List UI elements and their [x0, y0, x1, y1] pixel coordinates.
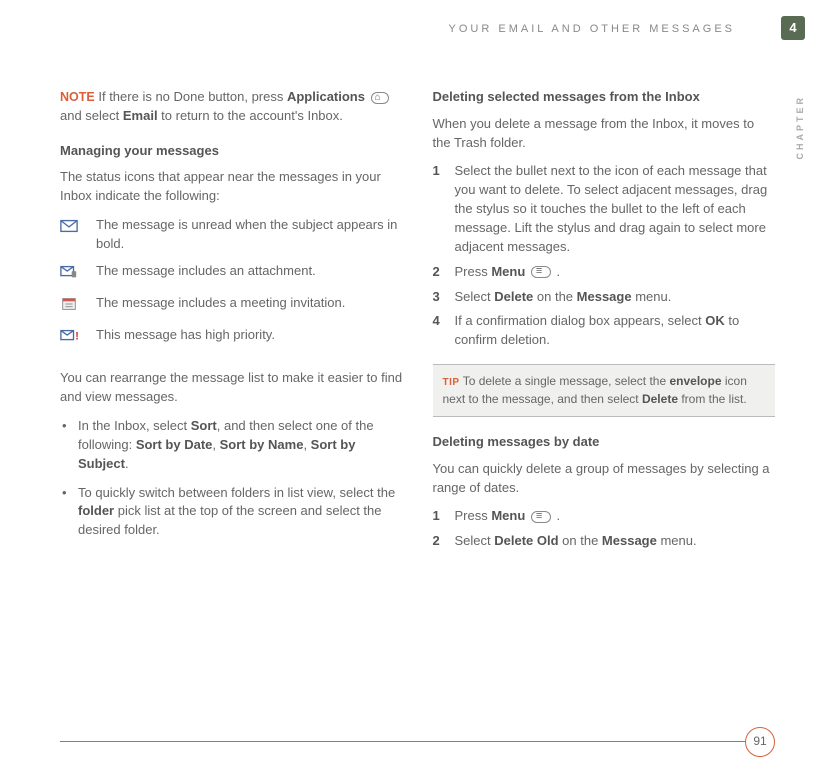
priority-icon: ! [60, 326, 82, 350]
delete-date-steps: 1Press Menu . 2Select Delete Old on the … [433, 507, 776, 551]
managing-intro: The status icons that appear near the me… [60, 168, 403, 206]
tip-box: TIP To delete a single message, select t… [433, 364, 776, 417]
rearrange-bullets: In the Inbox, select Sort, and then sele… [60, 417, 403, 540]
step: 2Press Menu . [433, 263, 776, 282]
chapter-label: CHAPTER [794, 95, 807, 160]
tip-label: TIP [443, 377, 460, 388]
note-paragraph: NOTE If there is no Done button, press A… [60, 88, 403, 126]
step: 3Select Delete on the Message menu. [433, 288, 776, 307]
chapter-number-badge: 4 [781, 16, 805, 40]
delete-date-intro: You can quickly delete a group of messag… [433, 460, 776, 498]
bullet-folder: To quickly switch between folders in lis… [60, 484, 403, 541]
icon-row-meeting: The message includes a meeting invitatio… [60, 294, 403, 318]
unread-icon [60, 216, 82, 240]
step: 4If a confirmation dialog box appears, s… [433, 312, 776, 350]
rearrange-intro: You can rearrange the message list to ma… [60, 369, 403, 407]
delete-selected-intro: When you delete a message from the Inbox… [433, 115, 776, 153]
left-column: NOTE If there is no Done button, press A… [60, 88, 403, 557]
step: 1Press Menu . [433, 507, 776, 526]
content-columns: NOTE If there is no Done button, press A… [60, 88, 775, 557]
managing-title: Managing your messages [60, 142, 403, 161]
right-column: Deleting selected messages from the Inbo… [433, 88, 776, 557]
menu-icon [531, 266, 551, 278]
page-header: YOUR EMAIL AND OTHER MESSAGES [60, 22, 775, 38]
svg-text:!: ! [75, 330, 78, 342]
note-label: NOTE [60, 90, 95, 104]
bullet-sort: In the Inbox, select Sort, and then sele… [60, 417, 403, 474]
attachment-icon [60, 262, 82, 286]
step: 1Select the bullet next to the icon of e… [433, 162, 776, 256]
icon-row-unread: The message is unread when the subject a… [60, 216, 403, 254]
icon-row-attachment: The message includes an attachment. [60, 262, 403, 286]
delete-selected-title: Deleting selected messages from the Inbo… [433, 88, 776, 107]
delete-date-title: Deleting messages by date [433, 433, 776, 452]
delete-selected-steps: 1Select the bullet next to the icon of e… [433, 162, 776, 350]
breadcrumb: YOUR EMAIL AND OTHER MESSAGES [449, 23, 735, 35]
page-footer: 91 [60, 741, 775, 757]
icon-row-priority: ! This message has high priority. [60, 326, 403, 350]
menu-icon [531, 511, 551, 523]
meeting-icon [60, 294, 82, 318]
step: 2Select Delete Old on the Message menu. [433, 532, 776, 551]
page-number: 91 [745, 727, 775, 757]
applications-icon [371, 92, 389, 104]
